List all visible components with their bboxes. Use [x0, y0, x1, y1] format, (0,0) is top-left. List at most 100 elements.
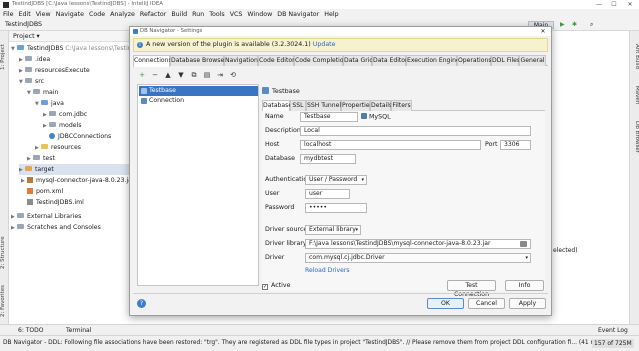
tab-database-browser[interactable]: Database Browser [170, 55, 227, 66]
refresh-icon[interactable]: ⟲ [229, 71, 237, 79]
connection-header: Testbase [262, 87, 300, 95]
apply-button[interactable]: Apply [509, 298, 546, 309]
copy-icon[interactable]: ⧉ [190, 71, 198, 79]
subtab-details[interactable]: Details [370, 100, 392, 111]
tab-data-editor[interactable]: Data Editor [372, 55, 408, 66]
tree-item-src[interactable]: ▼ src [19, 76, 44, 87]
menu-window[interactable]: Window [247, 11, 272, 18]
menu-run[interactable]: Run [192, 11, 204, 18]
tree-item-java[interactable]: ▼ java [35, 98, 64, 109]
dialog-close-button[interactable]: ✕ [536, 27, 550, 36]
menu-view[interactable]: View [36, 11, 51, 18]
folder-browse-icon[interactable] [520, 241, 527, 247]
remove-icon[interactable]: − [151, 71, 159, 79]
driver-library-input[interactable]: F:\Java lessons\TestindJDBS\mysql-connec… [305, 239, 531, 249]
run-icon[interactable]: ▶ [560, 21, 565, 29]
user-input[interactable]: user [305, 189, 350, 199]
menu-code[interactable]: Code [89, 11, 105, 18]
menu-edit[interactable]: Edit [19, 11, 31, 18]
menu-tools[interactable]: Tools [209, 11, 225, 18]
menu-build[interactable]: Build [171, 11, 187, 18]
maximize-button[interactable]: ☐ [607, 0, 621, 9]
tree-item-test[interactable]: ▶ test [27, 153, 55, 164]
move-up-icon[interactable]: ▲ [164, 71, 172, 79]
tab-code-editor[interactable]: Code Editor [258, 55, 295, 66]
tree-item-resources-execute[interactable]: ▶ resourcesExecute [19, 65, 90, 76]
menu-db-navigator[interactable]: DB Navigator [277, 11, 319, 18]
reload-drivers-link[interactable]: Reload Drivers [305, 267, 350, 274]
tree-item-scratches[interactable]: ▶ Scratches and Consoles [11, 222, 101, 233]
menu-navigate[interactable]: Navigate [56, 11, 84, 18]
host-input[interactable]: localhost [300, 140, 481, 150]
ant-build-tool-tab[interactable]: Ant Build [631, 39, 639, 73]
menu-file[interactable]: File [3, 11, 14, 18]
help-icon[interactable]: ? [137, 299, 146, 308]
paste-icon[interactable]: ▤ [203, 71, 211, 79]
todo-tab[interactable]: 6: TODO [18, 327, 43, 334]
database-input[interactable]: mydbtest [300, 154, 356, 164]
tree-item-mysql-jar[interactable]: ▶ mysql-connector-java-8.0.23.jar [21, 175, 135, 186]
driver-select[interactable]: com.mysql.cj.jdbc.Driver ▾ [305, 253, 531, 263]
tree-item-target[interactable]: ▶ target [19, 164, 132, 175]
description-input[interactable]: Local [300, 126, 531, 136]
tab-navigation[interactable]: Navigation [224, 55, 258, 66]
status-message[interactable]: DB Navigator - DDL: Following file assoc… [3, 340, 629, 346]
subtab-database[interactable]: Database [262, 100, 292, 111]
tree-item-external-libraries[interactable]: ▶ External Libraries [11, 211, 81, 222]
tree-item-idea[interactable]: ▶ .idea [19, 54, 50, 65]
menu-help[interactable]: Help [324, 11, 338, 18]
port-input[interactable]: 3306 [500, 140, 531, 150]
event-log-tab[interactable]: Event Log [598, 327, 628, 334]
menu-vcs[interactable]: VCS [230, 11, 243, 18]
password-label: Password [265, 204, 295, 211]
tree-item-pom[interactable]: pom.xml [27, 186, 63, 197]
driver-source-select[interactable]: External library ▾ [305, 225, 361, 235]
tree-item-models[interactable]: ▶ models [43, 120, 82, 131]
tab-code-completion[interactable]: Code Completion [294, 55, 347, 66]
subtab-properties[interactable]: Properties [341, 100, 373, 111]
update-link[interactable]: Update [313, 41, 336, 48]
tab-operations[interactable]: Operations [457, 55, 492, 66]
subtab-filters[interactable]: Filters [391, 100, 412, 111]
tree-item-iml[interactable]: TestindJDBS.iml [27, 197, 84, 208]
move-down-icon[interactable]: ▼ [177, 71, 185, 79]
memory-indicator[interactable]: 157 of 725M [592, 339, 634, 348]
search-icon[interactable]: ⌕ [590, 21, 593, 29]
favorites-tool-tab[interactable]: 2: Favorites [0, 281, 9, 321]
close-window-button[interactable]: ✕ [623, 0, 637, 9]
minimize-button[interactable]: — [592, 0, 606, 9]
tab-data-grid[interactable]: Data Grid [343, 55, 373, 66]
structure-tool-tab[interactable]: 2: Structure [0, 231, 9, 275]
project-tool-tab[interactable]: 1: Project [0, 37, 9, 77]
tree-item-resources[interactable]: ▶ resources [35, 142, 81, 153]
project-view-selector[interactable]: Project [13, 33, 35, 40]
name-input[interactable]: Testbase [300, 112, 358, 122]
password-input[interactable]: ••••• [305, 203, 367, 213]
terminal-tab[interactable]: Terminal [66, 327, 91, 334]
tree-item-jdbc-connections[interactable]: JDBCConnections [49, 131, 111, 142]
tab-execution-engine[interactable]: Execution Engine [406, 55, 460, 66]
db-browser-tool-tab[interactable]: DB Browser [631, 117, 639, 157]
test-connection-button[interactable]: Test Connection [447, 280, 496, 298]
active-checkbox[interactable]: ✓ Active [262, 282, 290, 290]
breadcrumb[interactable]: TestindJDBS [5, 21, 42, 28]
tab-ddl-files[interactable]: DDL Files [491, 55, 520, 66]
connection-item-connection[interactable]: Connection [139, 96, 258, 106]
connection-item-testbase[interactable]: Testbase [139, 86, 258, 96]
debug-icon[interactable]: ✱ [572, 21, 577, 29]
tab-general[interactable]: General [519, 55, 546, 66]
info-button[interactable]: Info [505, 280, 544, 291]
maven-tool-tab[interactable]: Maven [631, 81, 639, 109]
tree-item-com-jdbc[interactable]: ▶ com.jdbc [43, 109, 87, 120]
subtab-ssl[interactable]: SSL [290, 100, 306, 111]
ok-button[interactable]: OK [427, 298, 464, 309]
cancel-button[interactable]: Cancel [468, 298, 505, 309]
tree-item-main[interactable]: ▼ main [27, 87, 58, 98]
add-icon[interactable]: + [138, 71, 146, 79]
tab-connections[interactable]: Connections [133, 55, 172, 67]
authentication-select[interactable]: User / Password ▾ [305, 175, 367, 185]
menu-refactor[interactable]: Refactor [140, 11, 166, 18]
export-icon[interactable]: ⇥ [216, 71, 224, 79]
subtab-ssh-tunnel[interactable]: SSH Tunnel [306, 100, 341, 111]
menu-analyze[interactable]: Analyze [110, 11, 135, 18]
